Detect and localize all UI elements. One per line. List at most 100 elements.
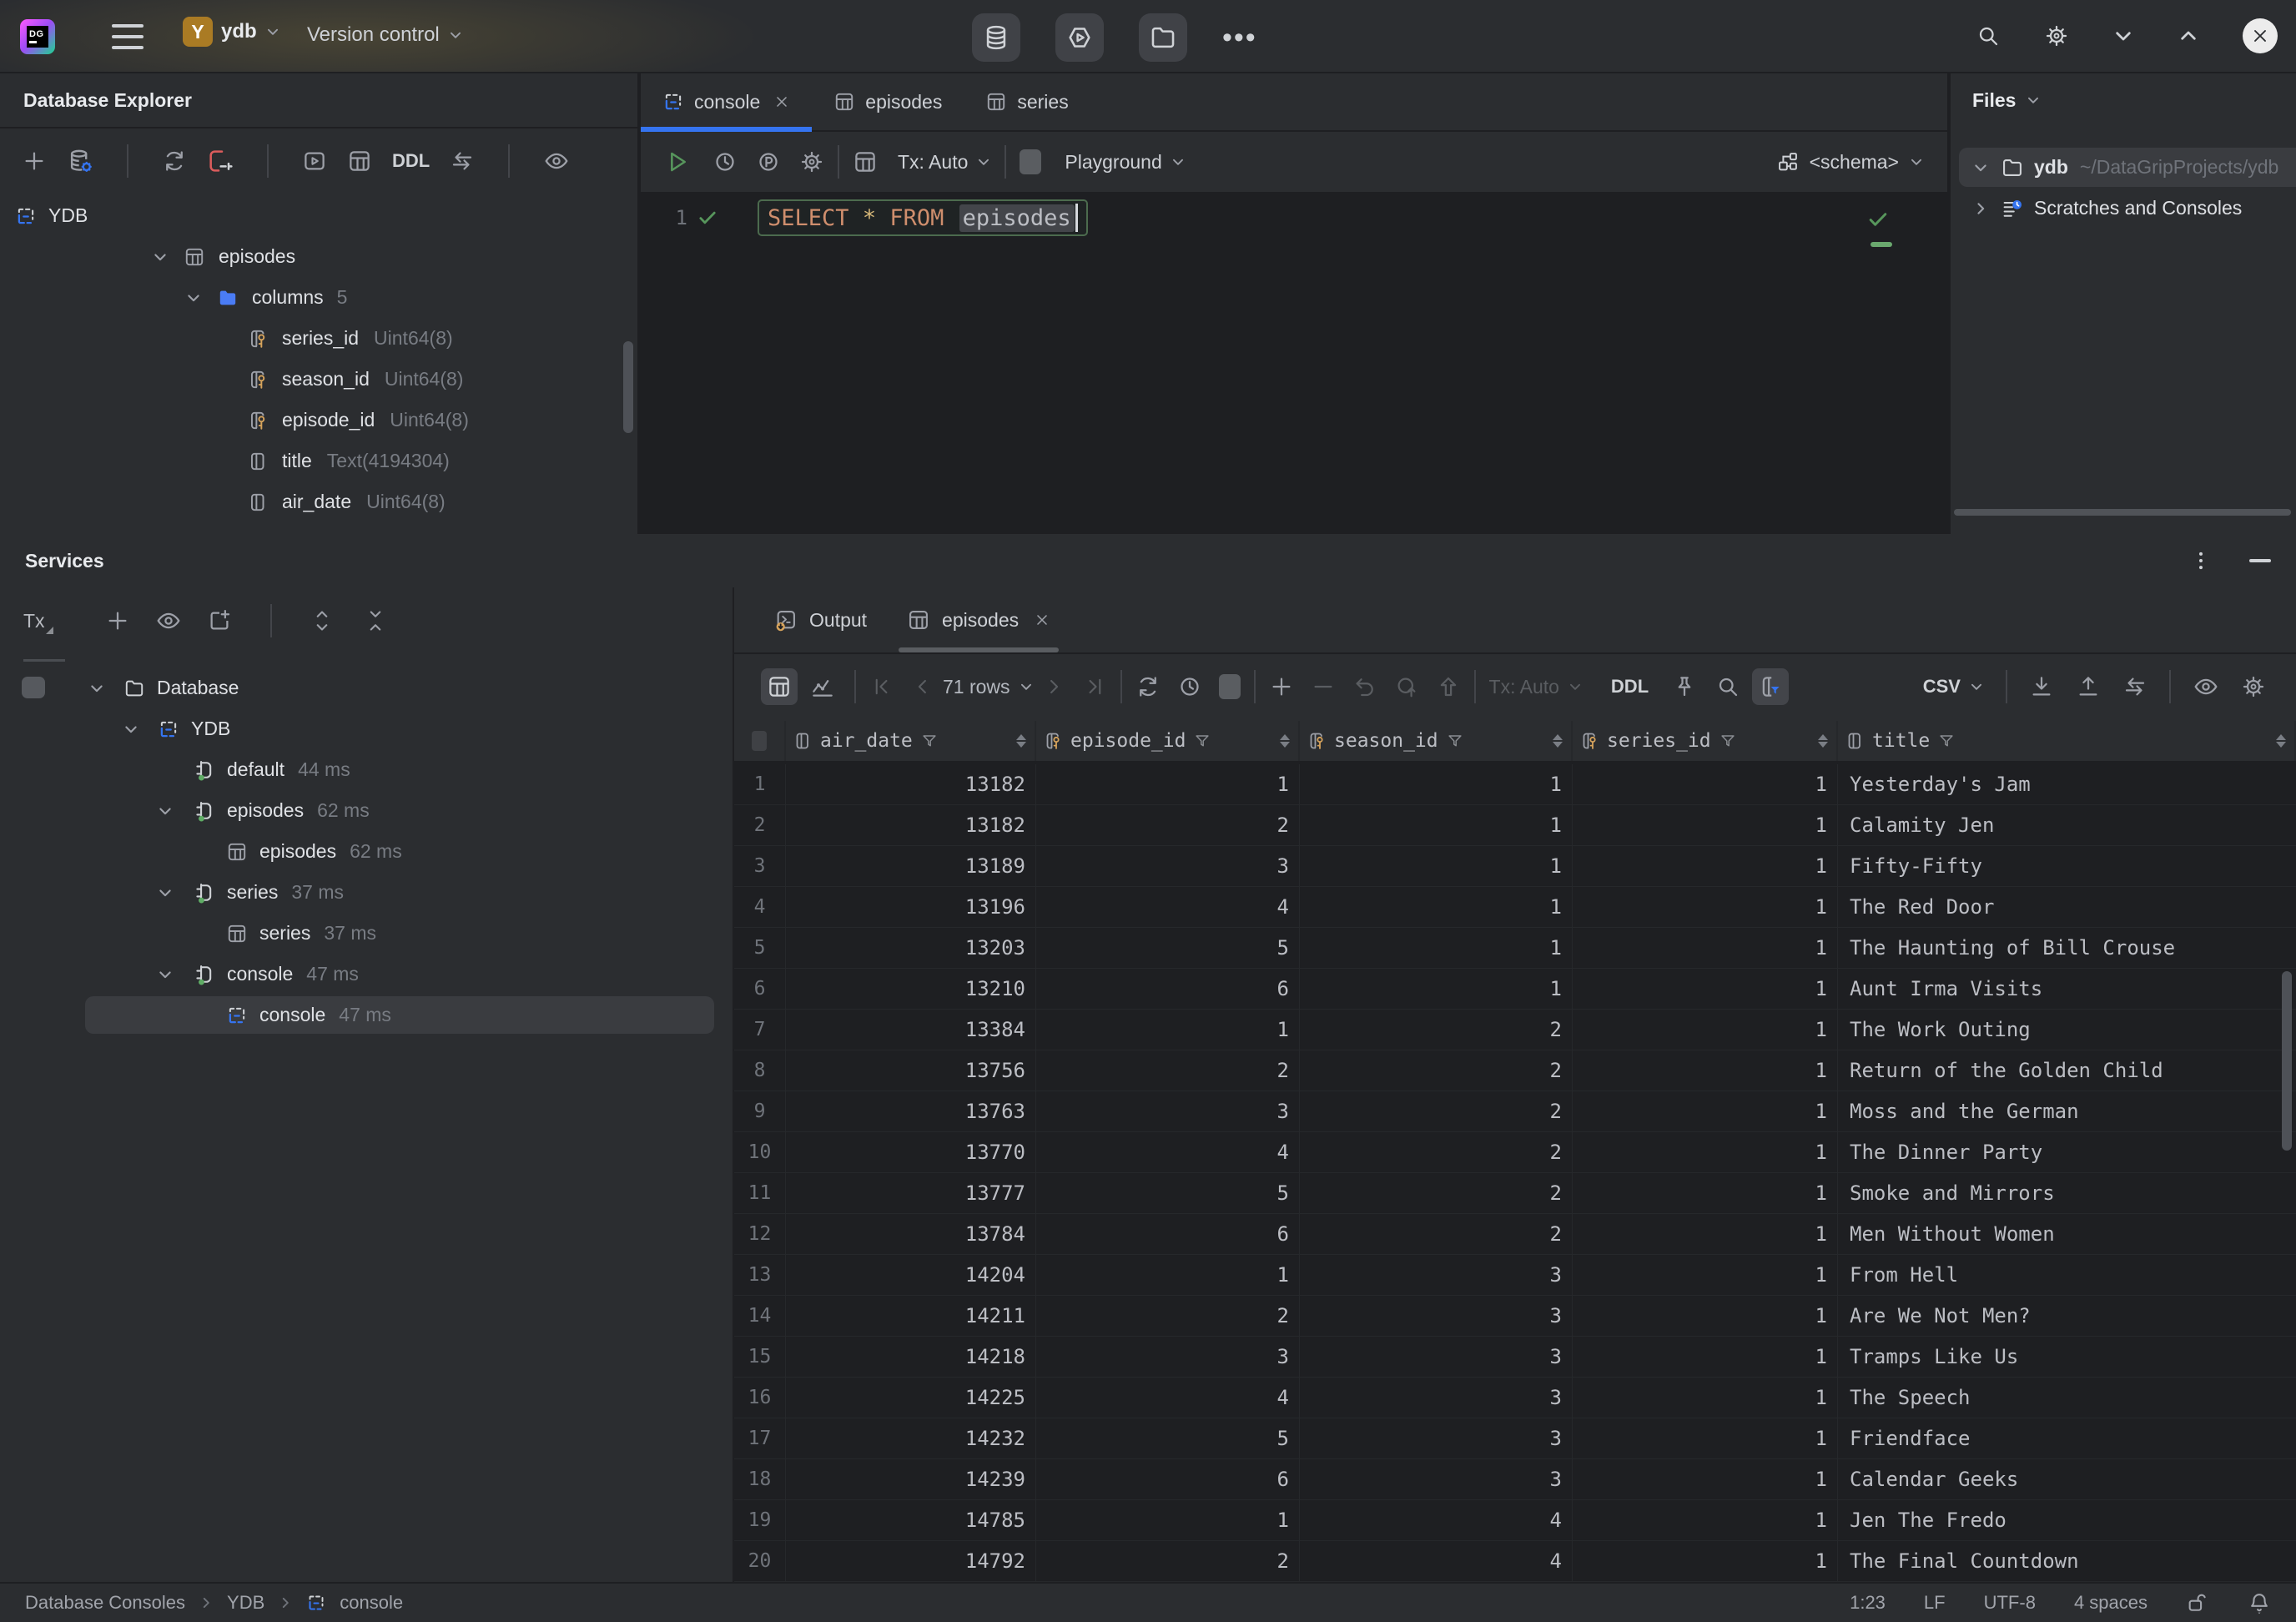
- cell-episode-id[interactable]: 2: [1036, 1296, 1300, 1336]
- database-tool-button[interactable]: [972, 13, 1020, 62]
- cell-season-id[interactable]: 1: [1300, 764, 1573, 804]
- cell-title[interactable]: From Hell: [1838, 1255, 2296, 1295]
- indent-style[interactable]: 4 spaces: [2074, 1592, 2147, 1614]
- table-row[interactable]: 6 13210 6 1 1 Aunt Irma Visits: [734, 969, 2296, 1010]
- collapse-all-button[interactable]: [364, 609, 387, 632]
- more-toolbar-button[interactable]: •••: [1222, 22, 1257, 54]
- kebab-menu-icon[interactable]: [2189, 549, 2213, 572]
- cell-episode-id[interactable]: 5: [1036, 1173, 1300, 1213]
- cell-season-id[interactable]: 1: [1300, 969, 1573, 1009]
- cell-series-id[interactable]: 1: [1573, 1214, 1838, 1254]
- sort-toggle[interactable]: [1280, 734, 1290, 748]
- import-export-button[interactable]: [450, 149, 475, 174]
- cell-season-id[interactable]: 1: [1300, 805, 1573, 845]
- cell-episode-id[interactable]: 2: [1036, 1050, 1300, 1091]
- column-header-air-date[interactable]: air_date: [786, 721, 1036, 761]
- row-number[interactable]: 6: [734, 969, 786, 1009]
- chevron-down-icon[interactable]: [157, 966, 174, 983]
- cell-series-id[interactable]: 1: [1573, 928, 1838, 968]
- editor-body[interactable]: 1 SELECT * FROM episodes: [641, 194, 1947, 532]
- cell-series-id[interactable]: 1: [1573, 764, 1838, 804]
- close-tab-icon[interactable]: [773, 93, 790, 110]
- cell-title[interactable]: The Dinner Party: [1838, 1132, 2296, 1172]
- row-number[interactable]: 1: [734, 764, 786, 804]
- row-number[interactable]: 13: [734, 1255, 786, 1295]
- breadcrumb-console[interactable]: console: [340, 1592, 403, 1614]
- expand-all-button[interactable]: [310, 609, 334, 632]
- chevron-down-icon[interactable]: [157, 803, 174, 819]
- cell-air-date[interactable]: 13784: [786, 1214, 1036, 1254]
- cell-series-id[interactable]: 1: [1573, 1541, 1838, 1581]
- cell-series-id[interactable]: 1: [1573, 1378, 1838, 1418]
- table-row[interactable]: 20 14792 2 4 1 The Final Countdown: [734, 1541, 2296, 1582]
- playground-select[interactable]: Playground: [1065, 151, 1185, 174]
- window-chevron-down-icon[interactable]: [2112, 25, 2134, 47]
- row-number[interactable]: 5: [734, 928, 786, 968]
- row-number[interactable]: 19: [734, 1500, 786, 1540]
- tree-item-column[interactable]: series_id Uint64(8): [0, 318, 637, 359]
- tab-output[interactable]: Output: [754, 587, 887, 652]
- row-number[interactable]: 18: [734, 1459, 786, 1499]
- file-encoding[interactable]: UTF-8: [1984, 1592, 2036, 1614]
- explain-plan-button[interactable]: [756, 149, 781, 174]
- row-number[interactable]: 20: [734, 1541, 786, 1581]
- tx-filter-button[interactable]: Tx: [23, 610, 52, 632]
- cell-episode-id[interactable]: 1: [1036, 764, 1300, 804]
- cell-episode-id[interactable]: 3: [1036, 1091, 1300, 1131]
- cell-season-id[interactable]: 2: [1300, 1010, 1573, 1050]
- cell-series-id[interactable]: 1: [1573, 1132, 1838, 1172]
- cell-episode-id[interactable]: 4: [1036, 1378, 1300, 1418]
- next-page-button[interactable]: [1042, 675, 1065, 698]
- cell-title[interactable]: Tramps Like Us: [1838, 1337, 2296, 1377]
- cell-title[interactable]: Yesterday's Jam: [1838, 764, 2296, 804]
- cell-episode-id[interactable]: 4: [1036, 887, 1300, 927]
- cell-air-date[interactable]: 14239: [786, 1459, 1036, 1499]
- run-configurations-button[interactable]: [1055, 13, 1104, 62]
- cell-air-date[interactable]: 13182: [786, 764, 1036, 804]
- cell-series-id[interactable]: 1: [1573, 969, 1838, 1009]
- cell-title[interactable]: Aunt Irma Visits: [1838, 969, 2296, 1009]
- cell-episode-id[interactable]: 6: [1036, 1459, 1300, 1499]
- cell-season-id[interactable]: 3: [1300, 1255, 1573, 1295]
- sql-statement[interactable]: SELECT * FROM episodes: [758, 199, 1088, 236]
- cell-season-id[interactable]: 1: [1300, 846, 1573, 886]
- cell-season-id[interactable]: 3: [1300, 1296, 1573, 1336]
- row-number[interactable]: 7: [734, 1010, 786, 1050]
- table-row[interactable]: 17 14232 5 3 1 Friendface: [734, 1418, 2296, 1459]
- cell-air-date[interactable]: 13770: [786, 1132, 1036, 1172]
- grid-tx-mode-select[interactable]: Tx: Auto: [1489, 676, 1583, 698]
- table-row[interactable]: 10 13770 4 2 1 The Dinner Party: [734, 1132, 2296, 1173]
- table-row[interactable]: 12 13784 6 2 1 Men Without Women: [734, 1214, 2296, 1255]
- commit-button[interactable]: [1394, 674, 1419, 699]
- view-as-table-button[interactable]: [853, 149, 878, 174]
- table-row[interactable]: 16 14225 4 3 1 The Speech: [734, 1378, 2296, 1418]
- lock-open-icon[interactable]: [2186, 1591, 2209, 1614]
- export-format-select[interactable]: CSV: [1923, 676, 1984, 698]
- row-number[interactable]: 9: [734, 1091, 786, 1131]
- column-header-episode-id[interactable]: episode_id: [1036, 721, 1300, 761]
- cell-air-date[interactable]: 13756: [786, 1050, 1036, 1091]
- services-tree-row[interactable]: default 44 ms: [0, 749, 733, 790]
- cell-air-date[interactable]: 13210: [786, 969, 1036, 1009]
- cell-season-id[interactable]: 2: [1300, 1050, 1573, 1091]
- files-header[interactable]: Files: [1951, 73, 2296, 127]
- cell-title[interactable]: The Haunting of Bill Crouse: [1838, 928, 2296, 968]
- services-tree-row[interactable]: series 37 ms: [0, 913, 733, 954]
- cell-series-id[interactable]: 1: [1573, 1296, 1838, 1336]
- services-tree-row[interactable]: series 37 ms: [0, 872, 733, 913]
- table-row[interactable]: 18 14239 6 3 1 Calendar Geeks: [734, 1459, 2296, 1500]
- tab-console[interactable]: console: [641, 73, 812, 130]
- column-header-title[interactable]: title: [1838, 721, 2296, 761]
- table-row[interactable]: 11 13777 5 2 1 Smoke and Mirrors: [734, 1173, 2296, 1214]
- chevron-down-icon[interactable]: [88, 680, 105, 697]
- cell-title[interactable]: Fifty-Fifty: [1838, 846, 2296, 886]
- cell-air-date[interactable]: 14792: [786, 1541, 1036, 1581]
- tab-episodes-grid[interactable]: episodes: [887, 587, 1070, 652]
- tree-item-column[interactable]: air_date Uint64(8): [0, 481, 637, 522]
- cell-air-date[interactable]: 14204: [786, 1255, 1036, 1295]
- table-row[interactable]: 14 14211 2 3 1 Are We Not Men?: [734, 1296, 2296, 1337]
- table-row[interactable]: 4 13196 4 1 1 The Red Door: [734, 887, 2296, 928]
- row-number[interactable]: 3: [734, 846, 786, 886]
- tree-item-column[interactable]: episode_id Uint64(8): [0, 400, 637, 441]
- previous-page-button[interactable]: [911, 675, 934, 698]
